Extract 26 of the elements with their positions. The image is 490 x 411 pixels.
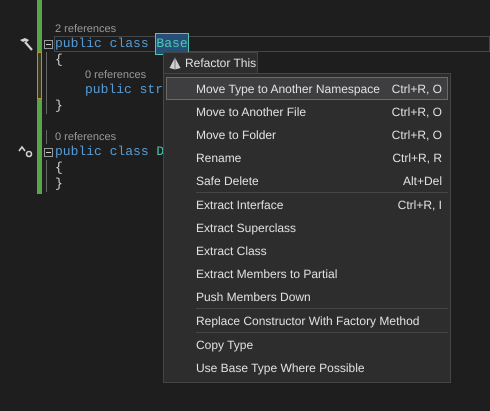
menu-item[interactable]: Extract Interface Ctrl+R, I (166, 193, 448, 216)
menu-item[interactable]: Move Type to Another Namespace Ctrl+R, O (166, 77, 448, 100)
code-line: } (55, 97, 63, 116)
menu-item[interactable]: Move to Folder Ctrl+R, O (166, 123, 448, 146)
menu-item[interactable]: Push Members Down (166, 285, 448, 308)
menu-item[interactable]: Move to Another File Ctrl+R, O (166, 100, 448, 123)
menu-item[interactable]: Safe Delete Alt+Del (166, 169, 448, 192)
code-line: public str (85, 81, 164, 100)
code-line: { (55, 159, 63, 178)
menu-item[interactable]: Copy Type (166, 333, 448, 356)
codelens-text[interactable]: 0 references (85, 66, 146, 84)
menu-item[interactable]: Use Base Type Where Possible (166, 356, 448, 379)
code-line: { (55, 51, 63, 70)
pyramid-icon (169, 56, 181, 70)
menu-item[interactable]: Rename Ctrl+R, R (166, 146, 448, 169)
menu-item[interactable]: Extract Class (166, 239, 448, 262)
code-line: } (55, 175, 63, 194)
codelens-text[interactable]: 0 references (55, 128, 116, 146)
menu-item[interactable]: Replace Constructor With Factory Method (166, 309, 448, 332)
menu-title: Refactor This (185, 55, 256, 72)
collapse-icon[interactable] (44, 40, 53, 48)
inheritance-icon (18, 145, 34, 159)
hammer-icon (18, 37, 34, 51)
collapse-icon[interactable] (44, 148, 53, 156)
menu-item[interactable]: Extract Superclass (166, 216, 448, 239)
menu-item[interactable]: Extract Members to Partial (166, 262, 448, 285)
